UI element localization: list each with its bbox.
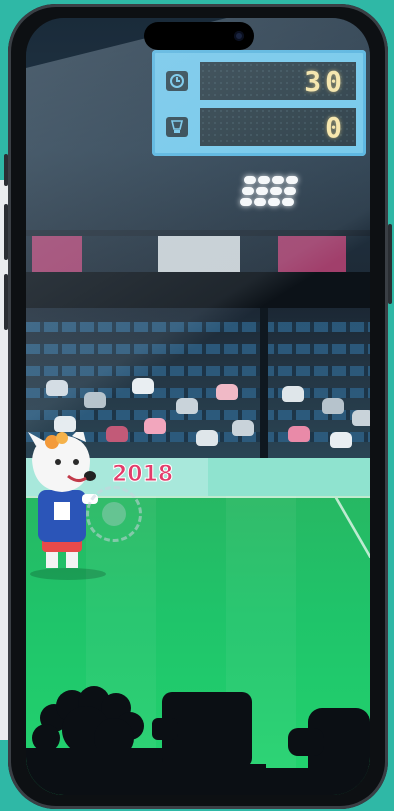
score-value: 0: [325, 111, 346, 144]
score-row: 0: [162, 108, 356, 146]
phone-frame: 30 0 2018: [4, 4, 392, 809]
volume-up-button: [4, 204, 8, 260]
silent-switch: [4, 154, 8, 186]
camera-icon: [234, 31, 244, 41]
banner-pink: [32, 236, 82, 272]
timer-display: 30: [200, 62, 356, 100]
dynamic-island: [144, 22, 254, 50]
banner-pink: [278, 236, 346, 272]
foreground-crowd: [26, 686, 370, 795]
clock-icon: [166, 71, 188, 91]
game-screen[interactable]: 30 0 2018: [26, 18, 370, 795]
stadium-shadow: [26, 272, 370, 312]
shuttlecock-icon: [166, 117, 188, 137]
score-display: 0: [200, 108, 356, 146]
banner-white: [158, 236, 240, 272]
timer-value: 30: [304, 65, 346, 98]
scoreboard: 30 0: [152, 50, 366, 156]
floodlight: [240, 174, 310, 214]
aim-target-center: [102, 502, 126, 526]
power-button: [388, 224, 392, 304]
volume-down-button: [4, 274, 8, 330]
timer-row: 30: [162, 62, 356, 100]
